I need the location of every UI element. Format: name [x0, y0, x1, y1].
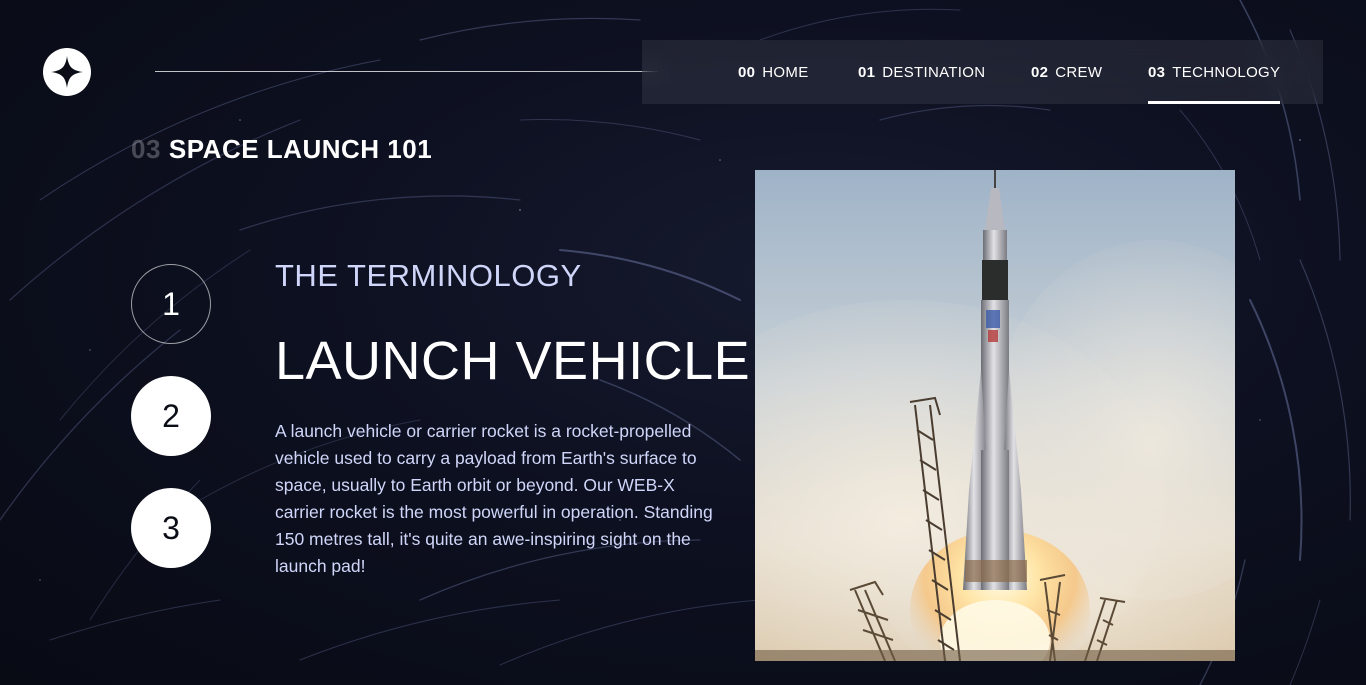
header-divider: [155, 71, 658, 72]
nav-item-label: HOME: [762, 63, 809, 81]
nav-item-number: 01: [858, 63, 876, 81]
nav-item-label: CREW: [1055, 63, 1103, 81]
technology-page: 00 HOME 01 DESTINATION 02 CREW 03 TECHNO…: [0, 0, 1366, 685]
star-logo-icon: [51, 56, 83, 88]
step-3-button[interactable]: 3: [131, 488, 211, 568]
step-1-button[interactable]: 1: [131, 264, 211, 344]
nav-item-number: 02: [1031, 63, 1049, 81]
technology-description: A launch vehicle or carrier rocket is a …: [275, 421, 713, 576]
nav-item-home[interactable]: 00 HOME: [738, 40, 809, 104]
main-navigation: 00 HOME 01 DESTINATION 02 CREW 03 TECHNO…: [642, 40, 1323, 104]
page-title-number: 03: [131, 134, 161, 164]
page-title: 03 SPACE LAUNCH 101: [131, 134, 432, 165]
nav-item-number: 03: [1148, 63, 1166, 81]
logo-button[interactable]: [43, 48, 91, 96]
nav-item-technology[interactable]: 03 TECHNOLOGY: [1148, 40, 1281, 104]
nav-item-label: DESTINATION: [882, 63, 986, 81]
technology-name: LAUNCH VEHICLE: [275, 331, 751, 391]
nav-item-crew[interactable]: 02 CREW: [1031, 40, 1102, 104]
terminology-label: THE TERMINOLOGY: [275, 258, 582, 293]
launch-vehicle-image: [755, 170, 1235, 661]
step-2-button[interactable]: 2: [131, 376, 211, 456]
page-title-text: SPACE LAUNCH 101: [168, 134, 433, 164]
nav-item-number: 00: [738, 63, 756, 81]
nav-item-label: TECHNOLOGY: [1172, 63, 1281, 81]
nav-item-destination[interactable]: 01 DESTINATION: [858, 40, 985, 104]
